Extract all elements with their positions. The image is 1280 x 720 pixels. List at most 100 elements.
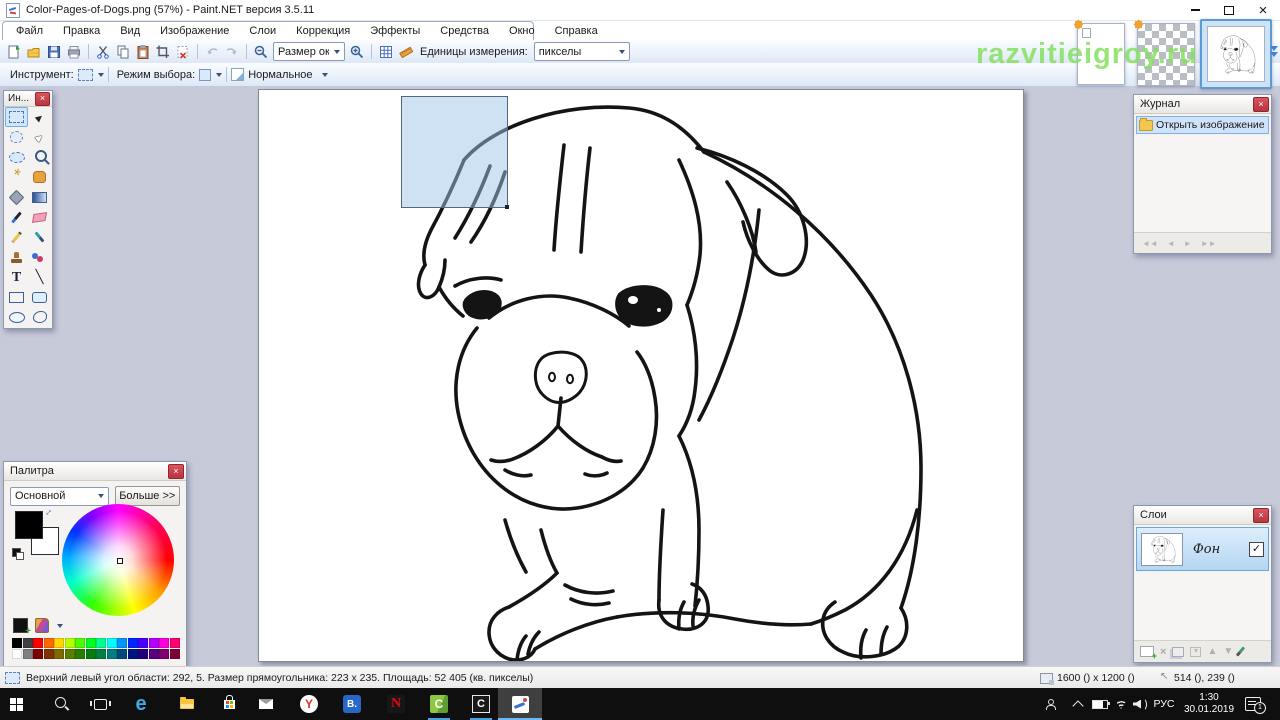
- taskbar-file-explorer[interactable]: [172, 688, 202, 720]
- tool-paintbrush[interactable]: [5, 207, 28, 227]
- tool-pan[interactable]: [28, 167, 51, 187]
- swap-colors-icon[interactable]: ↕: [43, 507, 54, 518]
- zoom-in-button[interactable]: [347, 42, 367, 61]
- palette-swatch[interactable]: [75, 649, 85, 659]
- tool-text[interactable]: [5, 267, 28, 287]
- tool-lasso-select[interactable]: [5, 127, 28, 147]
- merge-layer-down-button[interactable]: ▼: [1190, 647, 1201, 657]
- layer-row-background[interactable]: Фон ✓: [1136, 527, 1269, 571]
- tool-rectangle[interactable]: [5, 287, 28, 307]
- tool-gradient[interactable]: [28, 187, 51, 207]
- menu-window[interactable]: Окно: [499, 25, 545, 37]
- save-button[interactable]: [44, 42, 64, 61]
- palette-swatch[interactable]: [117, 649, 127, 659]
- palette-swatch[interactable]: [12, 638, 22, 648]
- redo-button[interactable]: [222, 42, 242, 61]
- palette-swatch[interactable]: [149, 638, 159, 648]
- palette-swatch[interactable]: [54, 638, 64, 648]
- palette-swatch[interactable]: [159, 649, 169, 659]
- history-item-open-image[interactable]: Открыть изображение: [1136, 116, 1269, 134]
- history-redo-button[interactable]: ►: [1184, 239, 1192, 248]
- tool-zoom[interactable]: [28, 147, 51, 167]
- taskbar-netflix[interactable]: [381, 688, 411, 720]
- cut-button[interactable]: [93, 42, 113, 61]
- palette-swatch[interactable]: [33, 649, 43, 659]
- tool-move-selection[interactable]: [28, 127, 51, 147]
- tool-color-picker[interactable]: [28, 227, 51, 247]
- menu-view[interactable]: Вид: [110, 25, 150, 37]
- palette-swatch[interactable]: [54, 649, 64, 659]
- tray-people-button[interactable]: [1040, 688, 1064, 720]
- tool-freeform-shape[interactable]: [28, 307, 51, 327]
- menu-image[interactable]: Изображение: [150, 25, 239, 37]
- menu-adjustments[interactable]: Коррекция: [286, 25, 360, 37]
- menu-edit[interactable]: Правка: [53, 25, 110, 37]
- zoom-out-button[interactable]: [251, 42, 271, 61]
- deselect-button[interactable]: [173, 42, 193, 61]
- units-combo[interactable]: пикселы: [534, 42, 630, 61]
- palette-swatch[interactable]: [107, 649, 117, 659]
- close-button[interactable]: [1246, 0, 1280, 20]
- undo-button[interactable]: [202, 42, 222, 61]
- new-button[interactable]: [4, 42, 24, 61]
- taskbar-b-app[interactable]: [337, 688, 367, 720]
- taskbar-mail[interactable]: [251, 688, 281, 720]
- chevron-down-icon[interactable]: [57, 624, 63, 628]
- maximize-button[interactable]: [1212, 0, 1246, 20]
- taskbar-camtasia[interactable]: [424, 688, 454, 720]
- selection-rectangle[interactable]: [401, 96, 508, 208]
- palette-swatch[interactable]: [33, 638, 43, 648]
- palette-swatch[interactable]: [170, 649, 180, 659]
- menu-effects[interactable]: Эффекты: [360, 25, 430, 37]
- palette-swatch[interactable]: [86, 649, 96, 659]
- palette-swatch[interactable]: [128, 638, 138, 648]
- palette-swatch[interactable]: [96, 649, 106, 659]
- palette-swatch[interactable]: [128, 649, 138, 659]
- duplicate-layer-button[interactable]: [1172, 647, 1184, 657]
- palette-swatch[interactable]: [107, 638, 117, 648]
- open-button[interactable]: [24, 42, 44, 61]
- zoom-level-combo[interactable]: Размер ок: [273, 42, 345, 61]
- tool-magic-wand[interactable]: [5, 167, 28, 187]
- tools-panel-close-button[interactable]: ×: [35, 92, 50, 106]
- reset-colors-icon[interactable]: [12, 548, 21, 557]
- crop-button[interactable]: [153, 42, 173, 61]
- image-list-chevron-icon[interactable]: [1270, 46, 1279, 58]
- tray-clock-button[interactable]: 1:30 30.01.2019: [1180, 688, 1238, 720]
- palette-swatch[interactable]: [170, 638, 180, 648]
- add-color-button[interactable]: [13, 618, 28, 633]
- delete-layer-button[interactable]: ×: [1160, 646, 1166, 658]
- palette-swatch[interactable]: [149, 649, 159, 659]
- taskbar-paint-net[interactable]: [505, 688, 535, 720]
- palette-swatch[interactable]: [44, 649, 54, 659]
- primary-color-swatch[interactable]: [15, 511, 43, 539]
- layer-visibility-checkbox[interactable]: ✓: [1249, 542, 1264, 557]
- palette-swatch[interactable]: [23, 649, 33, 659]
- palette-swatch[interactable]: [159, 638, 169, 648]
- move-layer-down-button[interactable]: ▼: [1223, 646, 1233, 657]
- layer-properties-button[interactable]: [1236, 646, 1245, 656]
- palette-swatch[interactable]: [96, 638, 106, 648]
- color-wheel[interactable]: [62, 504, 174, 616]
- palette-mode-combo[interactable]: Основной: [10, 487, 109, 506]
- tool-move-selected-pixels[interactable]: [28, 107, 51, 127]
- taskbar-yandex-browser[interactable]: [294, 688, 324, 720]
- taskbar-edge[interactable]: [126, 688, 156, 720]
- history-rewind-button[interactable]: ◄◄: [1142, 239, 1158, 248]
- tray-volume-button[interactable]: [1128, 688, 1152, 720]
- palette-swatch[interactable]: [138, 638, 148, 648]
- taskbar-search-button[interactable]: [47, 688, 77, 720]
- image-thumbnail-active[interactable]: [1200, 19, 1272, 89]
- current-tool-button[interactable]: [78, 65, 104, 84]
- print-button[interactable]: [64, 42, 84, 61]
- tray-language-button[interactable]: РУС: [1150, 688, 1178, 720]
- copy-button[interactable]: [113, 42, 133, 61]
- history-close-button[interactable]: ×: [1253, 97, 1269, 112]
- palette-menu-button[interactable]: [35, 618, 49, 633]
- tool-line-curve[interactable]: [28, 267, 51, 287]
- tool-pencil[interactable]: [5, 227, 28, 247]
- palette-swatch[interactable]: [12, 649, 22, 659]
- selection-mode-button[interactable]: [199, 65, 222, 84]
- tool-recolor[interactable]: [28, 247, 51, 267]
- canvas[interactable]: [258, 89, 1024, 662]
